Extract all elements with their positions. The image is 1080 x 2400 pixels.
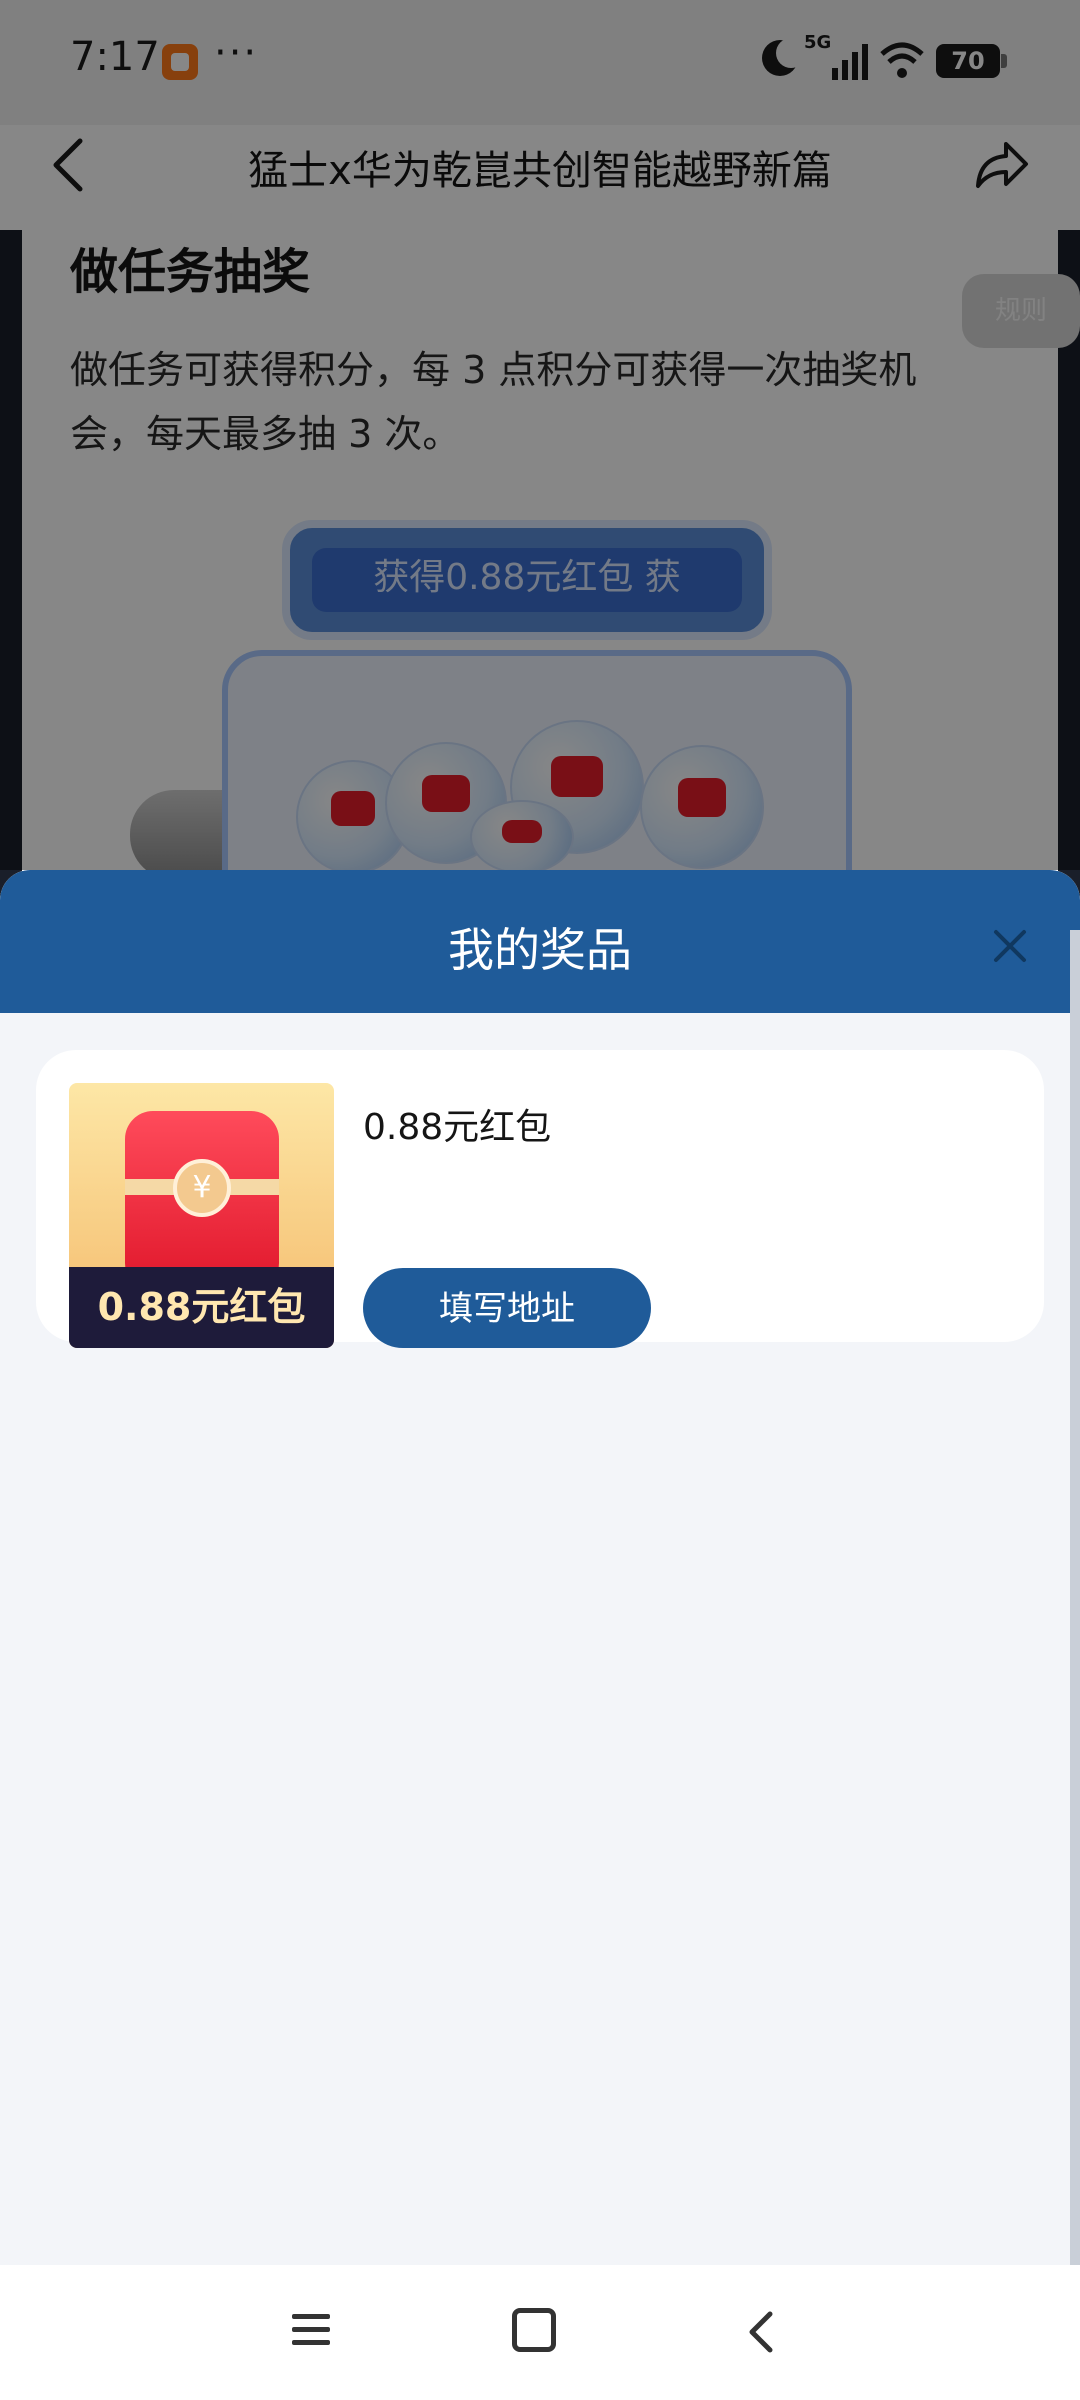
back-icon[interactable]	[746, 2310, 776, 2354]
my-prizes-sheet: 我的奖品 ¥ 0.88元红包 0.88元红包 填写地址	[0, 870, 1080, 2265]
sheet-header: 我的奖品	[0, 870, 1080, 1013]
fill-address-button[interactable]: 填写地址	[363, 1268, 651, 1348]
coin-icon: ¥	[173, 1159, 231, 1217]
close-icon[interactable]	[984, 920, 1036, 972]
prize-name: 0.88元红包	[363, 1107, 552, 1148]
prize-card: ¥ 0.88元红包 0.88元红包 填写地址	[36, 1050, 1044, 1348]
prize-image: ¥ 0.88元红包	[69, 1083, 334, 1348]
home-icon[interactable]	[512, 2308, 556, 2352]
prize-image-label: 0.88元红包	[69, 1267, 334, 1348]
dim-overlay[interactable]	[0, 0, 1080, 870]
scrollbar[interactable]	[1070, 930, 1080, 2265]
menu-icon[interactable]	[290, 2310, 332, 2350]
sheet-title: 我的奖品	[448, 923, 632, 977]
